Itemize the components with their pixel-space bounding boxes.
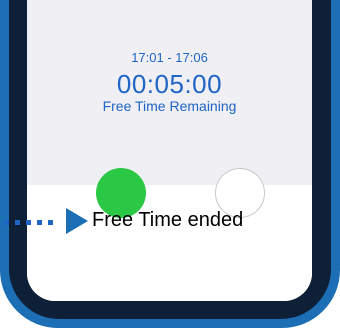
timer-panel: 17:01 - 17:06 00:05:00 Free Time Remaini… — [27, 0, 312, 185]
leader-dot — [26, 220, 31, 225]
callout-label: Free Time ended — [92, 209, 244, 231]
time-range: 17:01 - 17:06 — [131, 50, 208, 65]
bottom-panel — [27, 185, 312, 301]
leader-dot — [15, 220, 20, 225]
remaining-label: Free Time Remaining — [102, 98, 237, 114]
countdown-timer: 00:05:00 — [116, 69, 223, 99]
leader-dot — [4, 220, 9, 225]
phone-screen: 17:01 - 17:06 00:05:00 Free Time Remaini… — [27, 0, 312, 301]
arrow-right-icon — [66, 208, 88, 234]
leader-dot — [37, 220, 42, 225]
callout: Free Time ended — [0, 204, 340, 240]
leader-dot — [48, 220, 53, 225]
